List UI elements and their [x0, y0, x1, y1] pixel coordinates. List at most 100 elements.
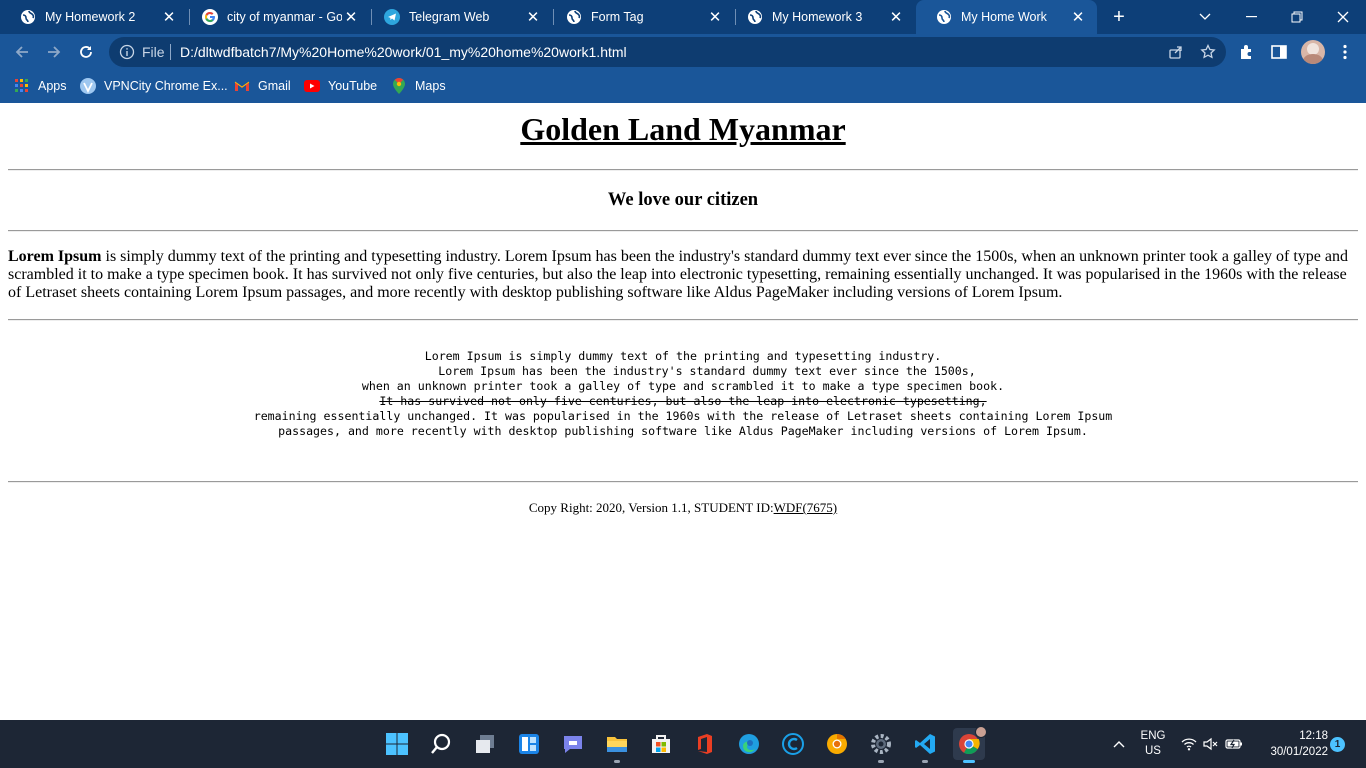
page-heading: Golden Land Myanmar	[520, 111, 846, 147]
close-icon[interactable]: ✕	[160, 8, 178, 26]
chrome-canary-button[interactable]	[821, 728, 853, 760]
clock-date: 30/01/2022	[1270, 746, 1328, 758]
pre-line: when an unknown printer took a galley of…	[361, 379, 1005, 393]
close-icon[interactable]: ✕	[887, 8, 905, 26]
windows-start-icon	[386, 733, 408, 755]
bookmark-star-icon[interactable]	[1200, 44, 1216, 60]
pre-line-strikethrough: It has survived not only five centuries,…	[379, 394, 987, 408]
close-window-button[interactable]	[1320, 0, 1366, 34]
microsoft-store-icon	[652, 735, 670, 753]
bookmark-gmail[interactable]: Gmail	[234, 76, 291, 96]
tab-title: Form Tag	[591, 10, 644, 24]
teams-chat-icon	[564, 736, 582, 753]
tab-form-tag[interactable]: Form Tag ✕	[546, 0, 734, 34]
minimize-button[interactable]	[1228, 0, 1274, 34]
back-button[interactable]	[8, 38, 36, 66]
close-icon[interactable]: ✕	[342, 8, 360, 26]
globe-icon	[747, 9, 763, 25]
bookmark-maps[interactable]: Maps	[391, 76, 446, 96]
forward-button[interactable]	[40, 38, 68, 66]
pre-line: Lorem Ipsum has been the industry's stan…	[438, 364, 976, 378]
bookmark-vpncity[interactable]: VPNCity Chrome Ex...	[80, 76, 228, 96]
bookmark-youtube[interactable]: YouTube	[304, 76, 377, 96]
tab-my-homework-3[interactable]: My Homework 3 ✕	[727, 0, 915, 34]
file-explorer-button[interactable]	[601, 728, 633, 763]
office-icon	[698, 734, 712, 754]
language-label: ENG	[1140, 730, 1166, 742]
more-vertical-icon[interactable]	[1336, 43, 1354, 61]
browser-toolbar: File D:/dltwdfbatch7/My%20Home%20work/01…	[0, 34, 1366, 70]
close-icon[interactable]: ✕	[706, 8, 724, 26]
windows-taskbar: ENG US 12:18 30/01/2022 1	[0, 720, 1366, 768]
microsoft-store-button[interactable]	[645, 728, 677, 760]
restore-button[interactable]	[1274, 0, 1320, 34]
widgets-icon	[519, 734, 539, 754]
tab-search-button[interactable]	[1182, 0, 1228, 34]
extensions-puzzle-icon[interactable]	[1238, 43, 1256, 61]
ccleaner-button[interactable]	[777, 728, 809, 760]
tab-strip: My Homework 2 ✕ city of myanmar - Goo ✕ …	[0, 0, 1366, 34]
info-icon[interactable]	[119, 44, 135, 60]
tab-my-homework-2[interactable]: My Homework 2 ✕	[0, 0, 188, 34]
youtube-icon	[304, 78, 320, 94]
battery-charging-icon	[1225, 739, 1242, 749]
bookmark-label: VPNCity Chrome Ex...	[104, 79, 228, 93]
notification-badge[interactable]: 1	[1330, 737, 1345, 752]
address-separator	[170, 44, 171, 60]
bookmark-label: Gmail	[258, 79, 291, 93]
url-text[interactable]: D:/dltwdfbatch7/My%20Home%20work/01_my%2…	[180, 44, 627, 60]
taskbar-search[interactable]	[425, 728, 457, 760]
clock-time: 12:18	[1299, 730, 1328, 742]
region-label: US	[1145, 745, 1161, 757]
tab-telegram-web[interactable]: Telegram Web ✕	[364, 0, 552, 34]
share-icon[interactable]	[1168, 44, 1184, 60]
close-icon[interactable]: ✕	[524, 8, 542, 26]
footer-text: Copy Right: 2020, Version 1.1, STUDENT I…	[528, 500, 774, 515]
close-icon[interactable]: ✕	[1069, 8, 1087, 26]
pre-line: remaining essentially unchanged. It was …	[253, 409, 1113, 423]
telegram-icon	[384, 9, 400, 25]
show-hidden-icons-button[interactable]	[1108, 720, 1130, 768]
bookmark-apps[interactable]: Apps	[14, 76, 67, 96]
profile-avatar[interactable]	[1301, 40, 1325, 64]
bookmarks-bar: Apps VPNCity Chrome Ex... Gmail YouTube …	[0, 70, 1366, 103]
address-bar[interactable]: File D:/dltwdfbatch7/My%20Home%20work/01…	[109, 37, 1226, 67]
input-language-button[interactable]: ENG US	[1136, 720, 1170, 768]
search-icon	[431, 733, 451, 754]
horizontal-rule	[8, 319, 1358, 321]
student-id-link[interactable]: WDF(7675)	[774, 500, 838, 515]
task-view-button[interactable]	[469, 728, 501, 760]
close-icon	[1337, 11, 1349, 23]
bookmark-label: YouTube	[328, 79, 378, 93]
tab-my-home-work[interactable]: My Home Work ✕	[916, 0, 1097, 34]
chevron-down-icon	[1199, 13, 1211, 20]
avatar-body	[1303, 54, 1323, 64]
vscode-button[interactable]	[909, 728, 941, 763]
chrome-canary-icon	[827, 733, 847, 754]
horizontal-rule	[8, 481, 1358, 483]
wifi-icon	[1181, 738, 1197, 751]
tab-title: My Homework 2	[45, 10, 136, 24]
reload-button[interactable]	[72, 38, 100, 66]
reload-icon	[80, 46, 92, 58]
quick-settings-button[interactable]	[1178, 720, 1246, 768]
tab-title: My Home Work	[961, 10, 1047, 24]
chrome-button[interactable]	[953, 726, 987, 763]
preformatted-block: Lorem Ipsum is simply dummy text of the …	[0, 349, 1366, 439]
widgets-button[interactable]	[513, 728, 545, 760]
running-indicator	[922, 760, 928, 763]
office-button[interactable]	[689, 728, 721, 760]
teams-chat-button[interactable]	[557, 728, 589, 760]
bookmark-label: Apps	[38, 79, 67, 93]
tab-city-of-myanmar[interactable]: city of myanmar - Goo ✕	[182, 0, 370, 34]
settings-button[interactable]	[865, 728, 897, 763]
clock-button[interactable]: 12:18 30/01/2022	[1256, 720, 1328, 768]
running-indicator	[614, 760, 620, 763]
new-tab-button[interactable]: +	[1106, 5, 1132, 29]
file-explorer-icon	[607, 737, 627, 752]
horizontal-rule	[8, 230, 1358, 232]
side-panel-icon[interactable]	[1270, 43, 1288, 61]
start-button[interactable]	[381, 728, 413, 760]
edge-button[interactable]	[733, 728, 765, 760]
running-indicator	[963, 760, 975, 763]
